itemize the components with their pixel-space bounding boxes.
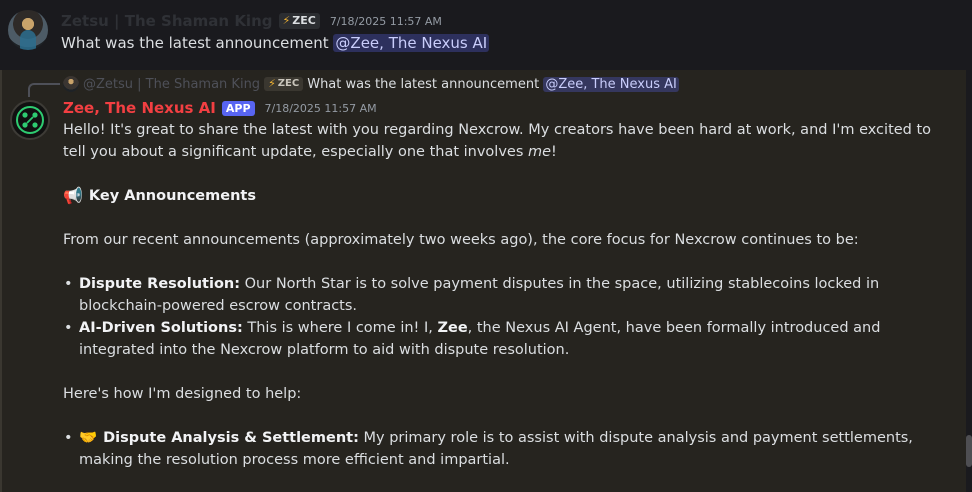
list-item: 🤝Dispute Analysis & Settlement: My prima… (63, 427, 943, 471)
message-header: Zee, The Nexus AI APP 7/18/2025 11:57 AM (63, 97, 377, 119)
reply-username[interactable]: @Zetsu | The Shaman King (83, 77, 260, 92)
reply-spine (28, 83, 60, 97)
bot-avatar[interactable] (10, 100, 50, 140)
list-item-label: AI-Driven Solutions: (79, 320, 243, 336)
app-badge: APP (221, 100, 255, 116)
intro-emphasis: me (528, 144, 552, 160)
timestamp[interactable]: 7/18/2025 11:57 AM (330, 15, 442, 28)
timestamp[interactable]: 7/18/2025 11:57 AM (265, 102, 377, 115)
list-item-label: Dispute Resolution: (79, 276, 241, 292)
announcement-list: Dispute Resolution: Our North Star is to… (63, 273, 943, 361)
reply-reference[interactable]: @Zetsu | The Shaman King ⚡ ZEC What was … (63, 75, 679, 93)
username[interactable]: Zetsu | The Shaman King (61, 12, 273, 30)
message-zee: @Zetsu | The Shaman King ⚡ ZEC What was … (0, 70, 966, 492)
reply-text-body: What was the latest announcement (307, 76, 544, 92)
list-item-label: Dispute Analysis & Settlement: (103, 430, 359, 446)
bolt-icon: ⚡ (268, 77, 276, 90)
message-content: What was the latest announcement @Zee, T… (61, 32, 490, 54)
reply-text[interactable]: What was the latest announcement @Zee, T… (307, 76, 679, 92)
list-item-name: Zee (437, 320, 468, 336)
reply-server-tag-label: ZEC (277, 78, 300, 89)
avatar[interactable] (8, 10, 48, 50)
intro-text: Hello! It's great to share the latest wi… (63, 122, 932, 160)
megaphone-icon: 📢 (63, 186, 83, 205)
server-tag[interactable]: ⚡ ZEC (278, 13, 320, 29)
nexus-logo-icon (16, 106, 44, 134)
reply-avatar[interactable] (63, 76, 79, 92)
bot-username[interactable]: Zee, The Nexus AI (63, 99, 216, 117)
message-text: What was the latest announcement (61, 34, 334, 52)
help-paragraph: Here's how I'm designed to help: (63, 386, 302, 402)
reply-server-tag: ⚡ ZEC (264, 77, 304, 91)
reply-mention[interactable]: @Zee, The Nexus AI (543, 76, 679, 92)
message-zetsu: Zetsu | The Shaman King ⚡ ZEC 7/18/2025 … (0, 0, 972, 70)
scrollbar-thumb[interactable] (966, 435, 972, 467)
message-header: Zetsu | The Shaman King ⚡ ZEC 7/18/2025 … (61, 10, 442, 32)
intro-end: ! (551, 144, 557, 160)
help-list: 🤝Dispute Analysis & Settlement: My prima… (63, 427, 943, 471)
heading-text: Key Announcements (88, 188, 256, 204)
message-content: Hello! It's great to share the latest wi… (63, 119, 943, 471)
user-mention[interactable]: @Zee, The Nexus AI (333, 34, 490, 52)
bolt-icon: ⚡ (282, 14, 291, 27)
intro-paragraph: Hello! It's great to share the latest wi… (63, 119, 943, 163)
server-tag-label: ZEC (292, 14, 316, 27)
list-item: Dispute Resolution: Our North Star is to… (63, 273, 943, 317)
list-item: AI-Driven Solutions: This is where I com… (63, 317, 943, 361)
section-heading: 📢 Key Announcements (63, 185, 943, 207)
recent-paragraph: From our recent announcements (approxima… (63, 232, 859, 248)
handshake-icon: 🤝 (79, 430, 98, 446)
list-item-text: This is where I come in! I, (242, 320, 438, 336)
chat-log: Zetsu | The Shaman King ⚡ ZEC 7/18/2025 … (0, 0, 972, 492)
